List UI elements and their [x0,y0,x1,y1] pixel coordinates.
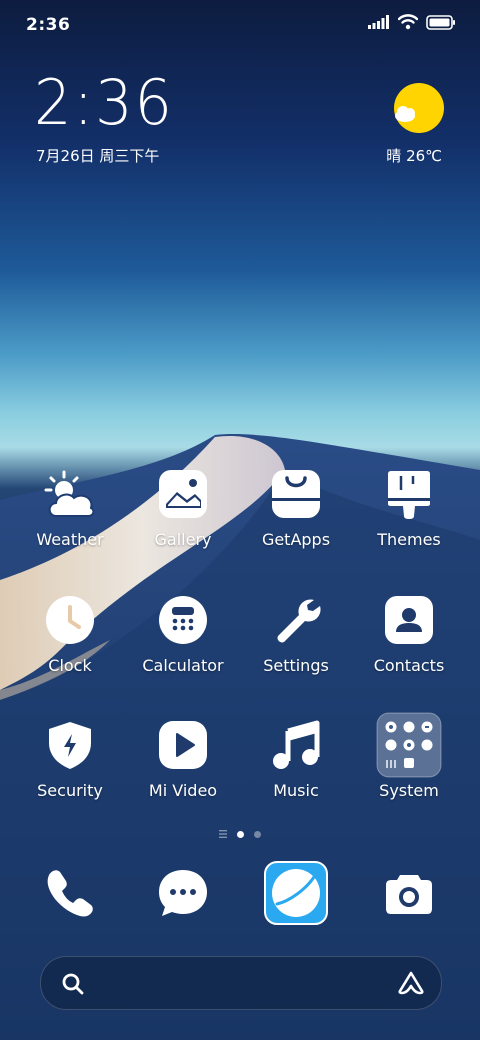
app-label: System [379,781,439,800]
app-label: Clock [48,656,92,675]
battery-icon [426,14,455,30]
app-getapps[interactable]: GetApps [241,466,351,576]
weather-text[interactable]: 晴 26℃ [386,145,442,166]
clock-icon [42,592,98,648]
weather-widget[interactable] [391,82,445,136]
gallery-icon [155,466,211,522]
dock-camera[interactable] [377,861,441,925]
themes-icon [381,466,437,522]
camera-icon [386,875,432,914]
app-label: Contacts [373,656,445,675]
signal-icon [368,15,389,29]
feed-page-icon [219,830,227,838]
page-dot [254,830,261,838]
app-weather[interactable]: Weather [15,466,125,576]
status-time: 2:36 [26,15,71,35]
clock-widget-time[interactable]: 2:36 [34,72,174,134]
app-settings[interactable]: Settings [241,592,351,702]
dock-messages[interactable] [151,861,215,925]
status-icons [368,14,456,30]
app-label: Mi Video [148,781,218,800]
search-bar[interactable] [40,956,442,1010]
dock-browser[interactable] [264,861,328,925]
app-music[interactable]: Music [241,717,351,827]
app-security[interactable]: Security [15,717,125,827]
app-clock[interactable]: Clock [15,592,125,702]
music-icon [268,717,324,773]
app-label: Gallery [154,530,212,549]
app-label: Weather [36,530,104,549]
wifi-icon [398,14,418,30]
settings-icon [268,592,324,648]
security-icon [42,717,98,773]
dock-phone[interactable] [38,861,102,925]
app-label: Calculator [142,656,224,675]
app-label: Settings [263,656,329,675]
status-bar: 2:36 [0,0,480,50]
app-gallery[interactable]: Gallery [128,466,238,576]
messages-icon [159,870,207,916]
contacts-icon [381,592,437,648]
app-label: Music [273,781,319,800]
app-themes[interactable]: Themes [354,466,464,576]
weather-icon [42,466,98,522]
system-folder-icon [376,712,442,778]
app-system-folder[interactable]: System [354,712,464,827]
getapps-icon [268,466,324,522]
app-mi-video[interactable]: Mi Video [128,717,238,827]
phone-icon [47,870,93,917]
app-contacts[interactable]: Contacts [354,592,464,702]
sun-cloud-icon [394,83,444,133]
app-label: Themes [377,530,441,549]
page-indicator[interactable] [0,830,480,838]
app-label: GetApps [261,530,331,549]
calculator-icon [155,592,211,648]
assistant-icon[interactable] [397,971,425,995]
app-calculator[interactable]: Calculator [128,592,238,702]
browser-icon [264,861,328,925]
app-label: Security [37,781,103,800]
search-icon[interactable] [61,972,85,996]
page-dot-active [237,830,244,838]
mi-video-icon [155,717,211,773]
clock-widget-date[interactable]: 7月26日 周三下午 [36,145,159,166]
